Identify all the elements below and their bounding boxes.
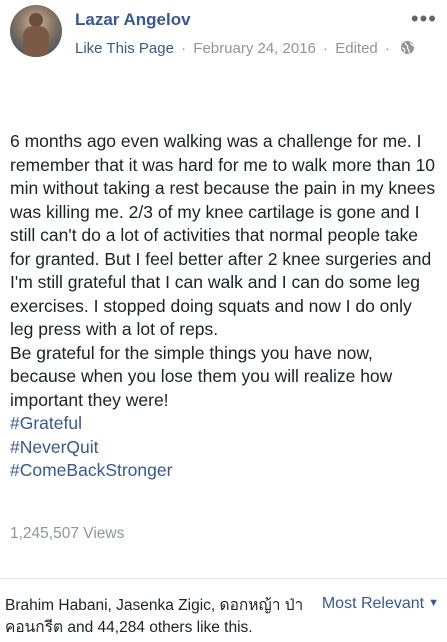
section-divider xyxy=(0,578,447,579)
edited-label[interactable]: Edited xyxy=(335,40,378,57)
meta-separator: · xyxy=(181,40,187,57)
avatar-torso xyxy=(23,26,49,57)
globe-icon[interactable] xyxy=(400,40,415,55)
hashtag-link[interactable]: #ComeBackStronger xyxy=(10,459,172,483)
comment-sort-dropdown[interactable]: Most Relevant ▼ xyxy=(322,595,439,613)
likes-summary[interactable]: Brahim Habani, Jasenka Zigic, ดอกหญ้า ป่… xyxy=(5,595,305,639)
post-meta: Like This Page · February 24, 2016 · Edi… xyxy=(75,40,415,57)
meta-separator: · xyxy=(323,40,329,57)
sort-label: Most Relevant xyxy=(321,595,425,612)
caret-down-icon: ▼ xyxy=(428,597,439,609)
author-name[interactable]: Lazar Angelov xyxy=(75,10,191,30)
avatar-head xyxy=(29,13,43,27)
post-date[interactable]: February 24, 2016 xyxy=(193,40,316,57)
more-options-icon[interactable]: ••• xyxy=(411,6,437,32)
view-count: 1,245,507 Views xyxy=(10,525,125,542)
post-body: 6 months ago even walking was a challeng… xyxy=(10,130,437,412)
post-paragraph: Be grateful for the simple things you ha… xyxy=(10,342,393,410)
like-page-link[interactable]: Like This Page xyxy=(75,40,174,57)
hashtag-link[interactable]: #NeverQuit xyxy=(10,436,172,460)
post-header: Lazar Angelov Like This Page · February … xyxy=(0,0,447,70)
hashtag-list: #Grateful #NeverQuit #ComeBackStronger xyxy=(10,412,172,483)
author-avatar[interactable] xyxy=(10,5,62,57)
meta-separator: · xyxy=(384,40,390,57)
post-paragraph: 6 months ago even walking was a challeng… xyxy=(10,131,436,339)
hashtag-link[interactable]: #Grateful xyxy=(10,412,172,436)
